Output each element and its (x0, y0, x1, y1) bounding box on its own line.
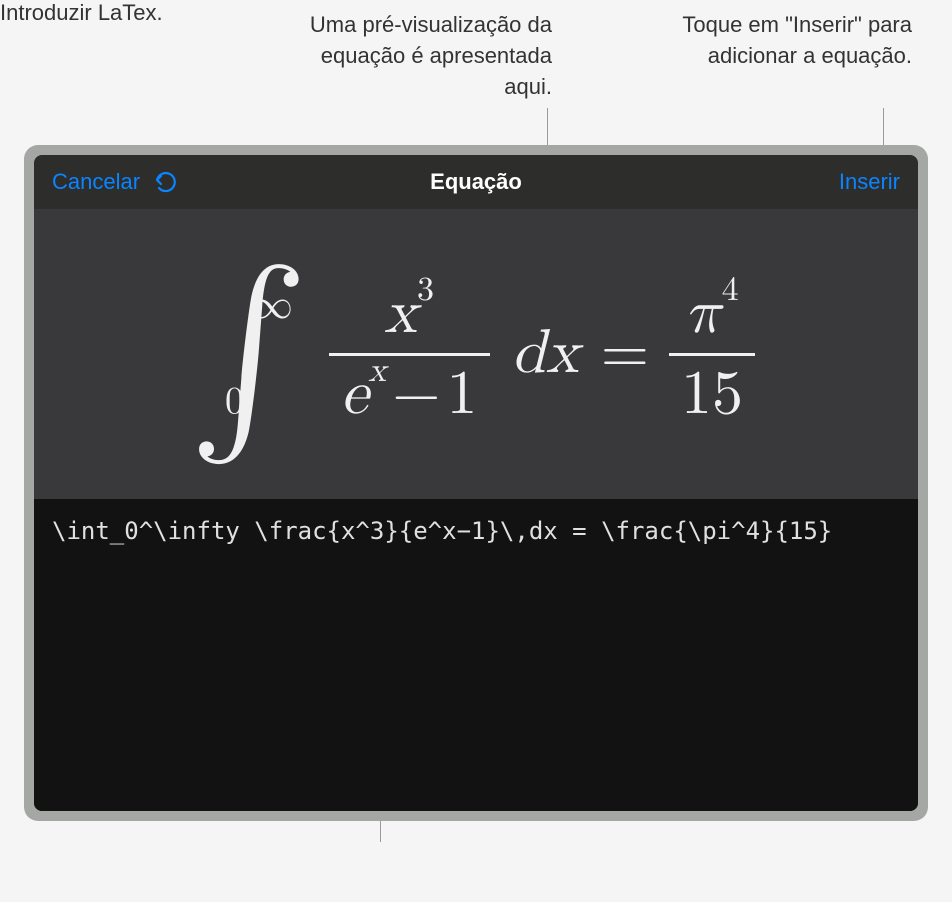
integral-symbol-group: ∫ ∞ 0 (189, 273, 309, 435)
var-e: e (341, 364, 369, 426)
callout-preview: Uma pré-visualização da equação é aprese… (302, 10, 552, 102)
equation-navbar: Cancelar Equação Inserir (34, 155, 918, 209)
latex-source-text[interactable]: \int_0^\infty \frac{x^3}{e^x−1}\,dx = \f… (52, 513, 900, 549)
device-frame: Cancelar Equação Inserir ∫ ∞ 0 (24, 145, 928, 821)
fraction-integrand: x3 ex−1 (329, 275, 490, 434)
integral-lower-limit: 0 (225, 379, 244, 425)
var-x: x (384, 283, 417, 345)
insert-button[interactable]: Inserir (839, 169, 900, 195)
cancel-button[interactable]: Cancelar (52, 169, 140, 195)
fraction-result: π4 15 (669, 275, 755, 434)
equation-preview: ∫ ∞ 0 x3 ex−1 dx = (34, 209, 918, 499)
dialog-title: Equação (430, 169, 522, 195)
exponent-4: 4 (722, 273, 739, 307)
result-numerator: π4 (673, 275, 750, 353)
fraction-denominator: ex−1 (329, 356, 490, 434)
var-pi: π (685, 283, 721, 345)
fraction-numerator: x3 (372, 275, 446, 353)
exponent-3: 3 (417, 273, 434, 307)
exponent-x: x (368, 354, 386, 388)
const-1: 1 (446, 364, 477, 426)
latex-input-area[interactable]: \int_0^\infty \frac{x^3}{e^x−1}\,dx = \f… (34, 499, 918, 811)
differential-dx: dx (512, 317, 579, 391)
dx-d: d (512, 323, 546, 385)
integral-upper-limit: ∞ (251, 281, 293, 331)
equals-sign: = (601, 317, 649, 391)
nav-left-group: Cancelar (52, 168, 180, 196)
equation-editor-screen: Cancelar Equação Inserir ∫ ∞ 0 (34, 155, 918, 811)
minus-op: − (392, 364, 440, 426)
undo-icon (152, 168, 180, 196)
undo-button[interactable] (152, 168, 180, 196)
rendered-equation: ∫ ∞ 0 x3 ex−1 dx = (189, 273, 763, 435)
dx-x: x (546, 323, 579, 385)
result-denominator: 15 (669, 356, 755, 434)
callout-insert: Toque em "Inserir" para adicionar a equa… (682, 10, 912, 72)
